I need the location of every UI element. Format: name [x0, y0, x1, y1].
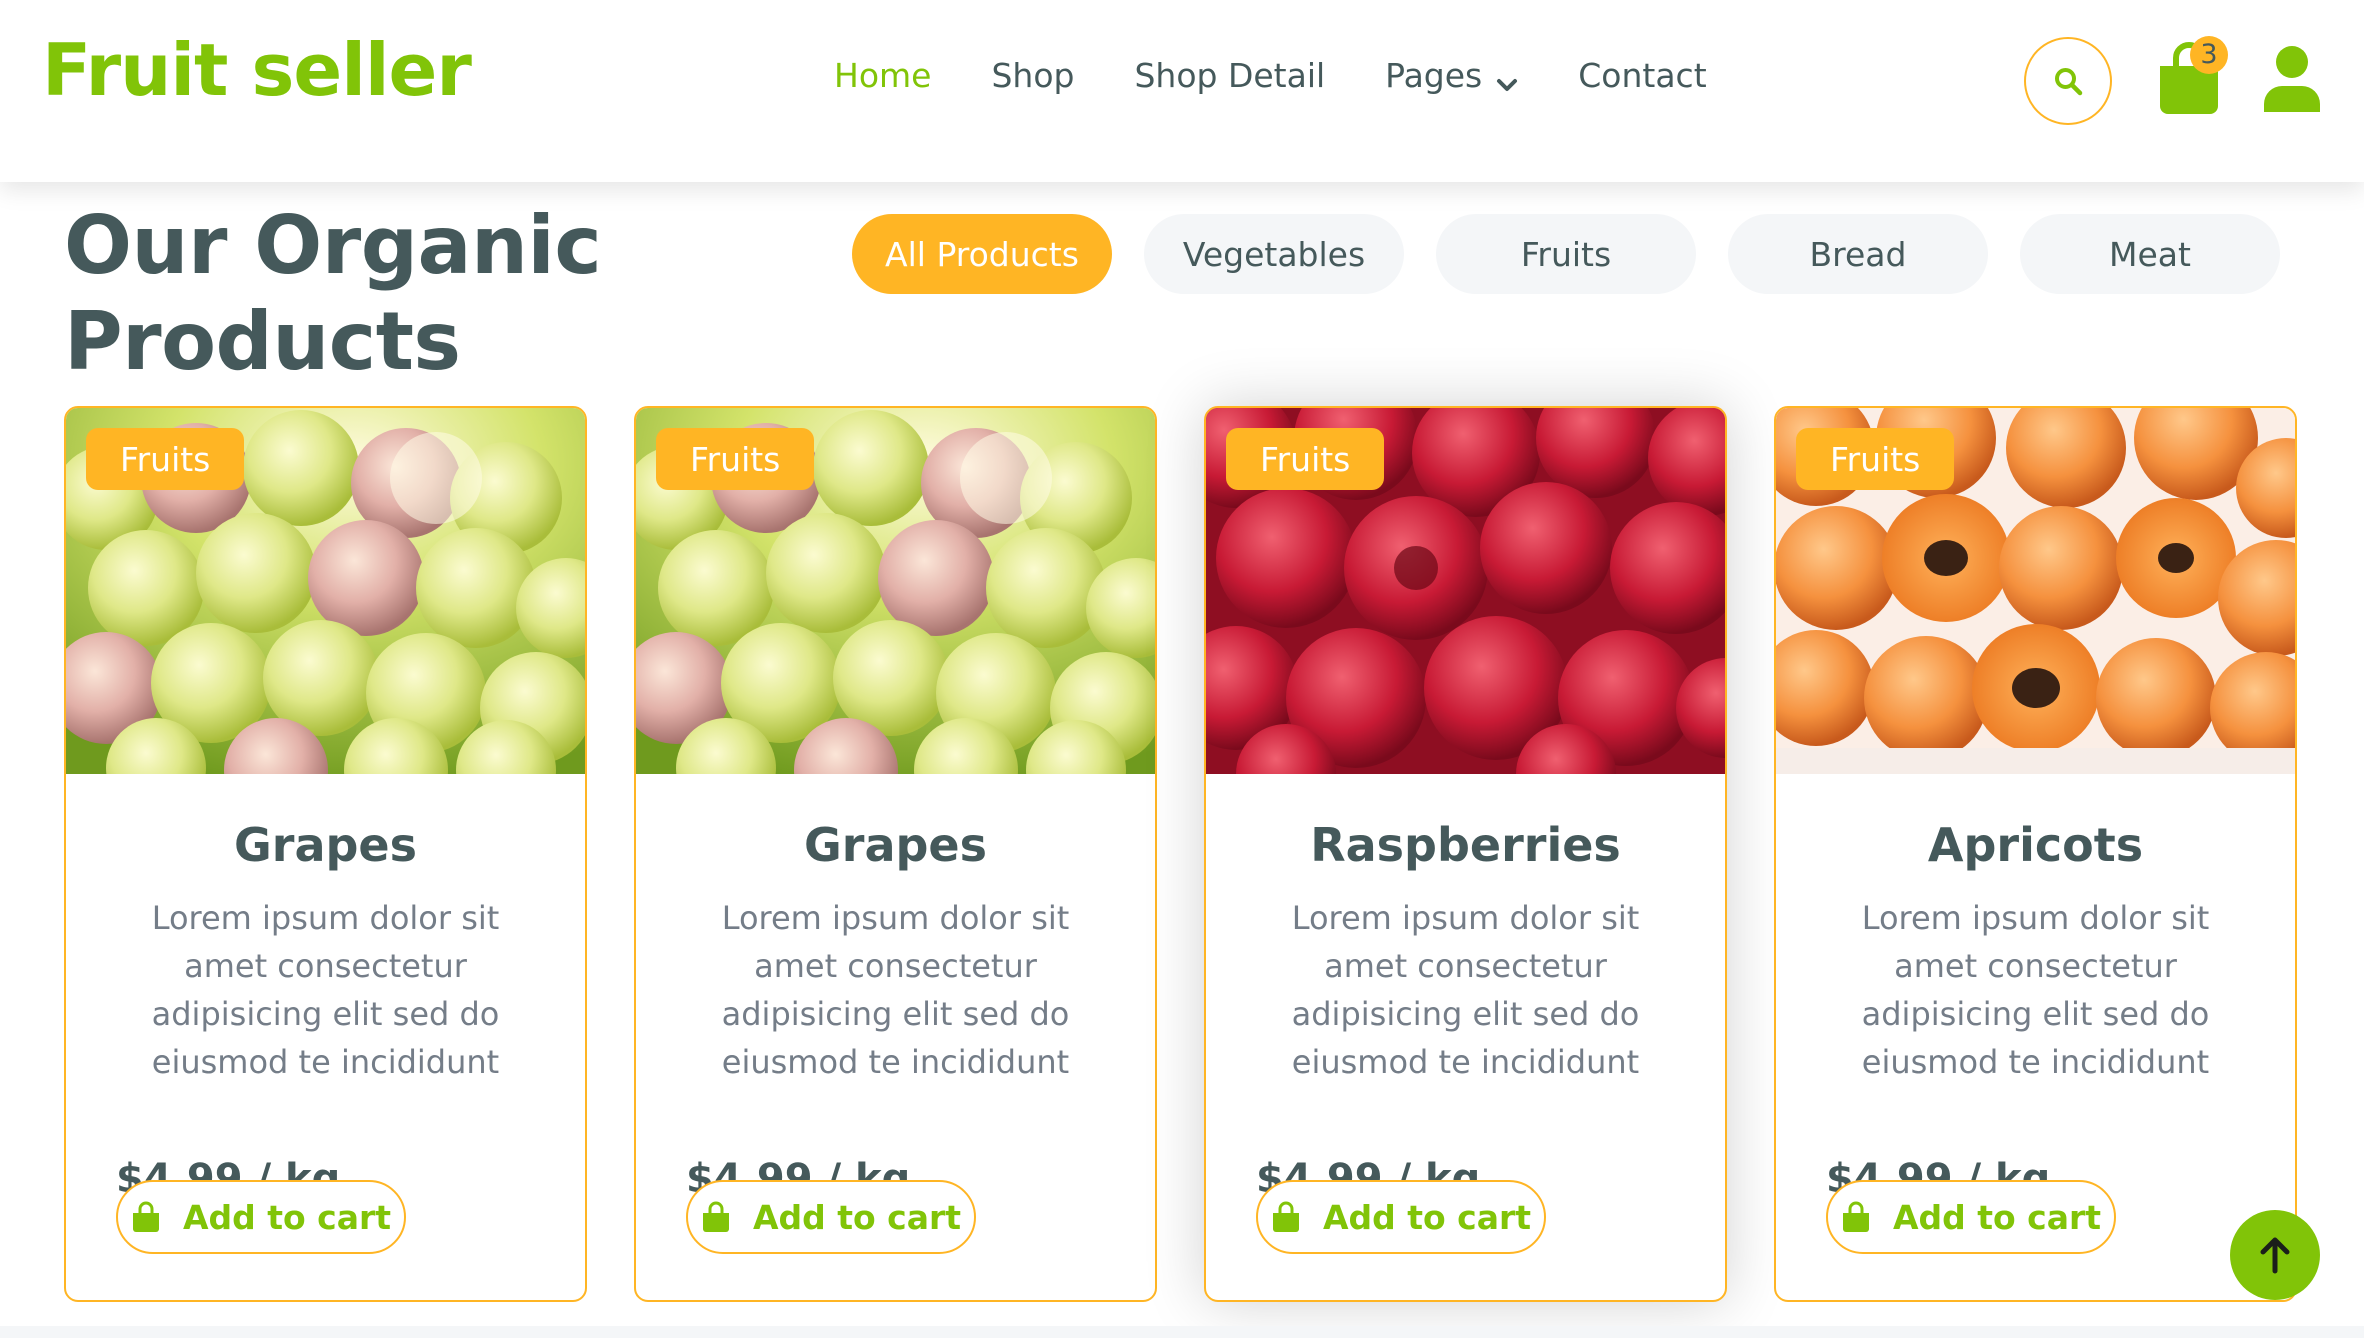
filter-fruits[interactable]: Fruits [1436, 214, 1696, 294]
category-badge: Fruits [656, 428, 815, 490]
product-card[interactable]: Fruits Apricots Lorem ipsum dolor sit am… [1774, 406, 2297, 1302]
product-name[interactable]: Grapes [66, 818, 585, 872]
search-icon [2055, 68, 2083, 96]
product-card[interactable]: Fruits Grapes Lorem ipsum dolor sit amet… [634, 406, 1157, 1302]
product-name[interactable]: Raspberries [1206, 818, 1725, 872]
product-description: Lorem ipsum dolor sit amet consectetur a… [151, 899, 500, 1081]
cart-count-badge: 3 [2190, 36, 2228, 74]
filter-meat[interactable]: Meat [2020, 214, 2280, 294]
product-name[interactable]: Grapes [636, 818, 1155, 872]
product-card[interactable]: Fruits Grapes Lorem ipsum dolor sit amet… [64, 406, 587, 1302]
add-to-cart-label: Add to cart [1892, 1197, 2102, 1237]
chevron-down-icon [1496, 65, 1518, 91]
search-button[interactable] [2024, 37, 2112, 125]
site-header: Fruit seller Home Shop Shop Detail Pages… [0, 0, 2364, 182]
shopping-bag-icon [1842, 1201, 1869, 1232]
product-card[interactable]: Fruits Raspberries Lorem ipsum dolor sit… [1204, 406, 1727, 1302]
user-icon [2264, 46, 2320, 112]
add-to-cart-button[interactable]: Add to cart [116, 1180, 406, 1254]
category-badge: Fruits [86, 428, 245, 490]
shopping-bag-icon [1272, 1201, 1299, 1232]
add-to-cart-label: Add to cart [182, 1197, 392, 1237]
product-grid: Fruits Grapes Lorem ipsum dolor sit amet… [64, 406, 2297, 1302]
add-to-cart-button[interactable]: Add to cart [1256, 1180, 1546, 1254]
brand-logo[interactable]: Fruit seller [42, 28, 472, 112]
nav-shop-detail[interactable]: Shop Detail [1134, 56, 1325, 95]
shopping-bag-icon [702, 1201, 729, 1232]
add-to-cart-button[interactable]: Add to cart [1826, 1180, 2116, 1254]
arrow-up-icon [2260, 1237, 2290, 1274]
filter-bread[interactable]: Bread [1728, 214, 1988, 294]
product-description: Lorem ipsum dolor sit amet consectetur a… [1861, 899, 2210, 1081]
add-to-cart-label: Add to cart [1322, 1197, 1532, 1237]
product-filter-tabs: All Products Vegetables Fruits Bread Mea… [852, 214, 2312, 294]
category-badge: Fruits [1226, 428, 1385, 490]
category-badge: Fruits [1796, 428, 1955, 490]
product-image-grapes[interactable]: Fruits [636, 408, 1155, 774]
filter-all-products[interactable]: All Products [852, 214, 1112, 294]
add-to-cart-button[interactable]: Add to cart [686, 1180, 976, 1254]
section-divider [0, 1326, 2364, 1338]
nav-shop[interactable]: Shop [991, 56, 1074, 95]
shopping-bag-icon [132, 1201, 159, 1232]
product-image-grapes[interactable]: Fruits [66, 408, 585, 774]
product-name[interactable]: Apricots [1776, 818, 2295, 872]
section-title: Our Organic Products [64, 199, 602, 388]
add-to-cart-label: Add to cart [752, 1197, 962, 1237]
nav-home[interactable]: Home [834, 56, 931, 95]
nav-pages[interactable]: Pages [1385, 56, 1518, 95]
nav-pages-label: Pages [1385, 56, 1483, 95]
main-nav: Home Shop Shop Detail Pages Contact [834, 56, 1767, 95]
product-image-raspberries[interactable]: Fruits [1206, 408, 1725, 774]
back-to-top-button[interactable] [2230, 1210, 2320, 1300]
nav-contact[interactable]: Contact [1578, 56, 1706, 95]
filter-vegetables[interactable]: Vegetables [1144, 214, 1404, 294]
product-description: Lorem ipsum dolor sit amet consectetur a… [721, 899, 1070, 1081]
user-account-button[interactable] [2262, 44, 2322, 112]
product-description: Lorem ipsum dolor sit amet consectetur a… [1291, 899, 1640, 1081]
product-image-apricots[interactable]: Fruits [1776, 408, 2295, 774]
